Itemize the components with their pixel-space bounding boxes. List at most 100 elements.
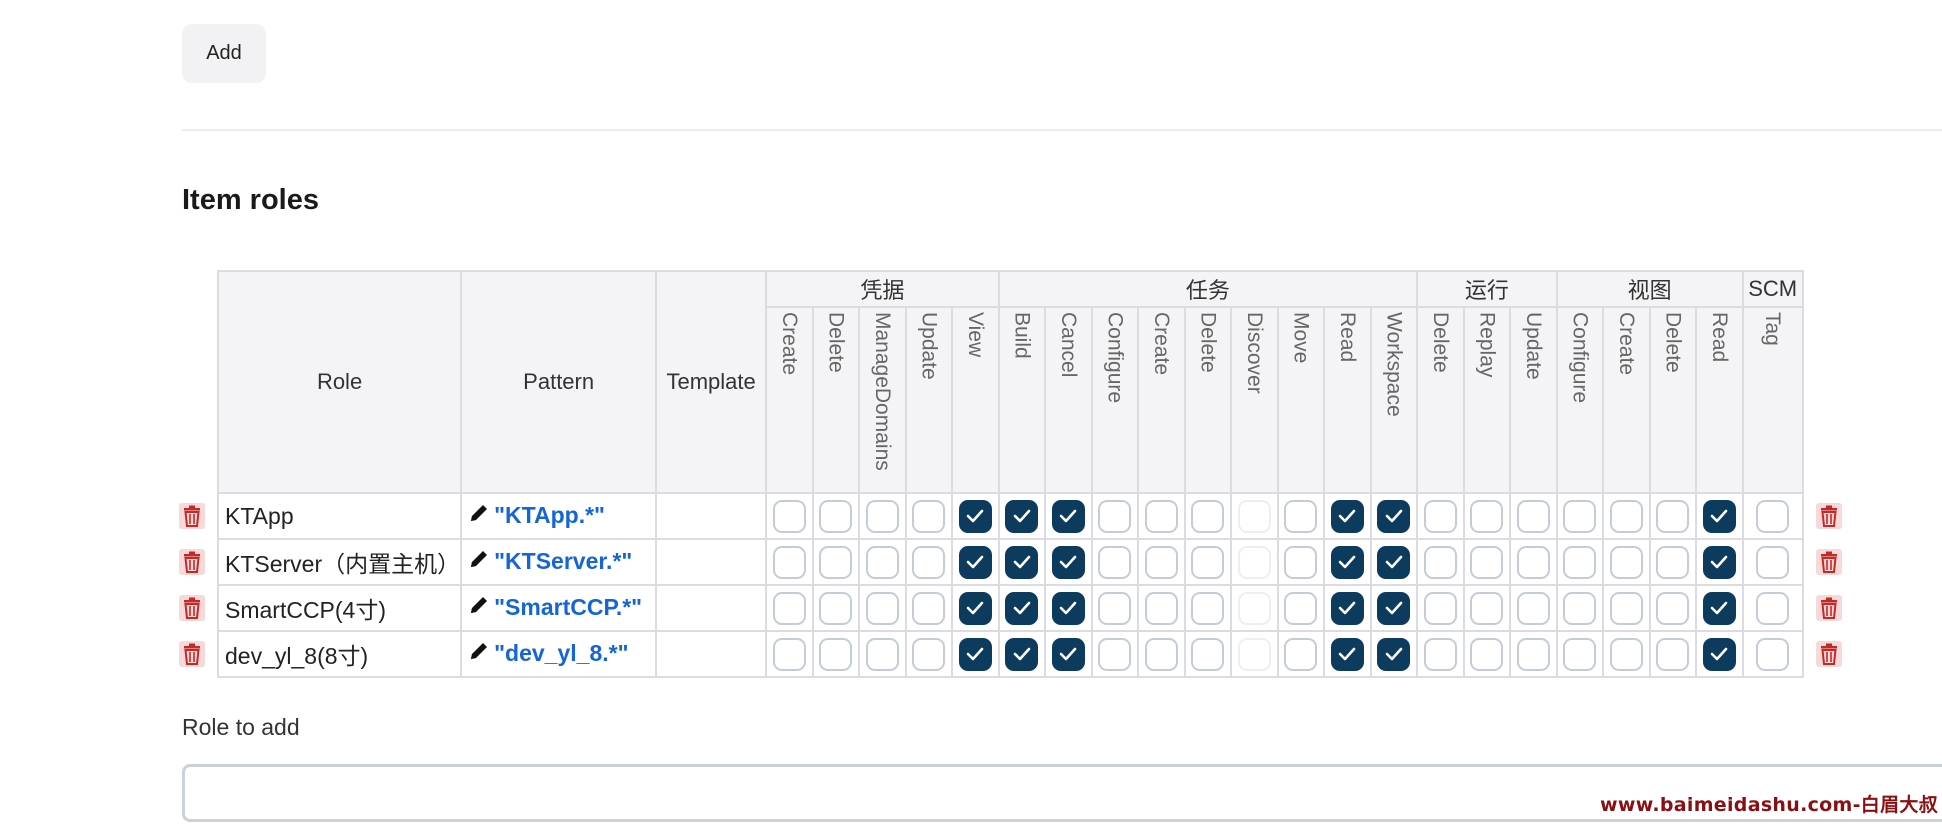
permission-checkbox[interactable]: [1516, 591, 1550, 625]
permission-checkbox[interactable]: [1284, 545, 1318, 579]
permission-checkbox[interactable]: [1144, 499, 1178, 533]
permission-checkbox[interactable]: [1005, 637, 1039, 671]
permission-checkbox[interactable]: [1656, 637, 1690, 671]
permission-checkbox[interactable]: [1609, 591, 1643, 625]
pattern-link[interactable]: "SmartCCP.*": [494, 594, 642, 620]
permission-checkbox[interactable]: [819, 591, 853, 625]
permission-checkbox[interactable]: [1284, 499, 1318, 533]
permission-checkbox[interactable]: [1563, 499, 1597, 533]
permission-checkbox[interactable]: [1563, 545, 1597, 579]
pencil-icon[interactable]: [468, 640, 490, 668]
permission-checkbox[interactable]: [1284, 591, 1318, 625]
permission-checkbox[interactable]: [1470, 499, 1504, 533]
pencil-icon[interactable]: [468, 594, 490, 622]
permission-checkbox[interactable]: [1191, 591, 1225, 625]
permission-checkbox[interactable]: [1702, 637, 1736, 671]
pencil-icon[interactable]: [468, 548, 490, 576]
permission-checkbox[interactable]: [1423, 545, 1457, 579]
permission-checkbox[interactable]: [1756, 499, 1790, 533]
permission-checkbox[interactable]: [1516, 499, 1550, 533]
permission-checkbox[interactable]: [1516, 637, 1550, 671]
permission-checkbox[interactable]: [1377, 545, 1411, 579]
pencil-icon[interactable]: [468, 502, 490, 530]
permission-checkbox[interactable]: [912, 545, 946, 579]
permission-checkbox[interactable]: [1098, 591, 1132, 625]
permission-checkbox[interactable]: [1098, 637, 1132, 671]
permission-checkbox[interactable]: [1563, 637, 1597, 671]
permission-checkbox[interactable]: [1756, 591, 1790, 625]
permission-checkbox[interactable]: [865, 637, 899, 671]
permission-checkbox[interactable]: [1330, 499, 1364, 533]
permission-checkbox[interactable]: [1423, 637, 1457, 671]
trash-icon[interactable]: [179, 641, 205, 667]
permission-checkbox[interactable]: [1144, 545, 1178, 579]
permission-checkbox[interactable]: [1563, 591, 1597, 625]
permission-checkbox[interactable]: [1609, 637, 1643, 671]
permission-checkbox[interactable]: [865, 591, 899, 625]
permission-checkbox[interactable]: [1702, 545, 1736, 579]
permission-checkbox[interactable]: [1470, 637, 1504, 671]
permission-checkbox[interactable]: [1470, 545, 1504, 579]
pattern-link[interactable]: "KTApp.*": [494, 502, 605, 528]
permission-checkbox[interactable]: [1191, 545, 1225, 579]
trash-icon[interactable]: [179, 595, 205, 621]
permission-checkbox[interactable]: [1191, 637, 1225, 671]
trash-icon[interactable]: [179, 503, 205, 529]
permission-checkbox[interactable]: [1191, 499, 1225, 533]
trash-icon[interactable]: [1815, 595, 1842, 621]
permission-checkbox[interactable]: [912, 499, 946, 533]
permission-checkbox[interactable]: [1284, 637, 1318, 671]
permission-checkbox[interactable]: [1005, 591, 1039, 625]
permission-checkbox[interactable]: [819, 637, 853, 671]
permission-checkbox[interactable]: [958, 545, 992, 579]
permission-checkbox[interactable]: [1423, 499, 1457, 533]
permission-checkbox[interactable]: [1377, 637, 1411, 671]
permission-checkbox[interactable]: [912, 637, 946, 671]
permission-checkbox[interactable]: [1656, 545, 1690, 579]
permission-checkbox[interactable]: [1656, 499, 1690, 533]
trash-icon[interactable]: [179, 549, 205, 575]
permission-checkbox[interactable]: [958, 637, 992, 671]
trash-icon[interactable]: [1815, 503, 1842, 529]
permission-checkbox[interactable]: [1098, 545, 1132, 579]
permission-checkbox[interactable]: [772, 591, 806, 625]
permission-checkbox[interactable]: [1005, 545, 1039, 579]
permission-checkbox[interactable]: [865, 545, 899, 579]
permission-checkbox[interactable]: [1144, 637, 1178, 671]
permission-checkbox[interactable]: [1756, 545, 1790, 579]
permission-checkbox[interactable]: [819, 499, 853, 533]
trash-icon[interactable]: [1815, 549, 1842, 575]
permission-checkbox[interactable]: [772, 499, 806, 533]
pattern-link[interactable]: "KTServer.*": [494, 548, 632, 574]
permission-checkbox[interactable]: [772, 545, 806, 579]
permission-checkbox[interactable]: [1005, 499, 1039, 533]
permission-checkbox[interactable]: [772, 637, 806, 671]
permission-checkbox[interactable]: [1756, 637, 1790, 671]
permission-checkbox[interactable]: [1098, 499, 1132, 533]
permission-checkbox[interactable]: [1470, 591, 1504, 625]
permission-checkbox[interactable]: [958, 499, 992, 533]
pattern-link[interactable]: "dev_yl_8.*": [494, 640, 628, 666]
add-button[interactable]: Add: [182, 24, 266, 83]
permission-checkbox[interactable]: [1656, 591, 1690, 625]
permission-checkbox[interactable]: [1609, 545, 1643, 579]
permission-checkbox[interactable]: [1330, 591, 1364, 625]
permission-checkbox[interactable]: [1377, 591, 1411, 625]
permission-checkbox[interactable]: [865, 499, 899, 533]
permission-checkbox[interactable]: [1702, 499, 1736, 533]
trash-icon[interactable]: [1815, 641, 1842, 667]
permission-checkbox[interactable]: [1377, 499, 1411, 533]
permission-checkbox[interactable]: [1144, 591, 1178, 625]
permission-checkbox[interactable]: [1330, 637, 1364, 671]
permission-checkbox[interactable]: [1051, 499, 1085, 533]
permission-checkbox[interactable]: [912, 591, 946, 625]
permission-checkbox[interactable]: [1516, 545, 1550, 579]
permission-checkbox[interactable]: [1051, 591, 1085, 625]
permission-checkbox[interactable]: [1609, 499, 1643, 533]
permission-checkbox[interactable]: [1051, 545, 1085, 579]
permission-checkbox[interactable]: [1423, 591, 1457, 625]
permission-checkbox[interactable]: [819, 545, 853, 579]
permission-checkbox[interactable]: [1330, 545, 1364, 579]
permission-checkbox[interactable]: [1051, 637, 1085, 671]
permission-checkbox[interactable]: [1702, 591, 1736, 625]
